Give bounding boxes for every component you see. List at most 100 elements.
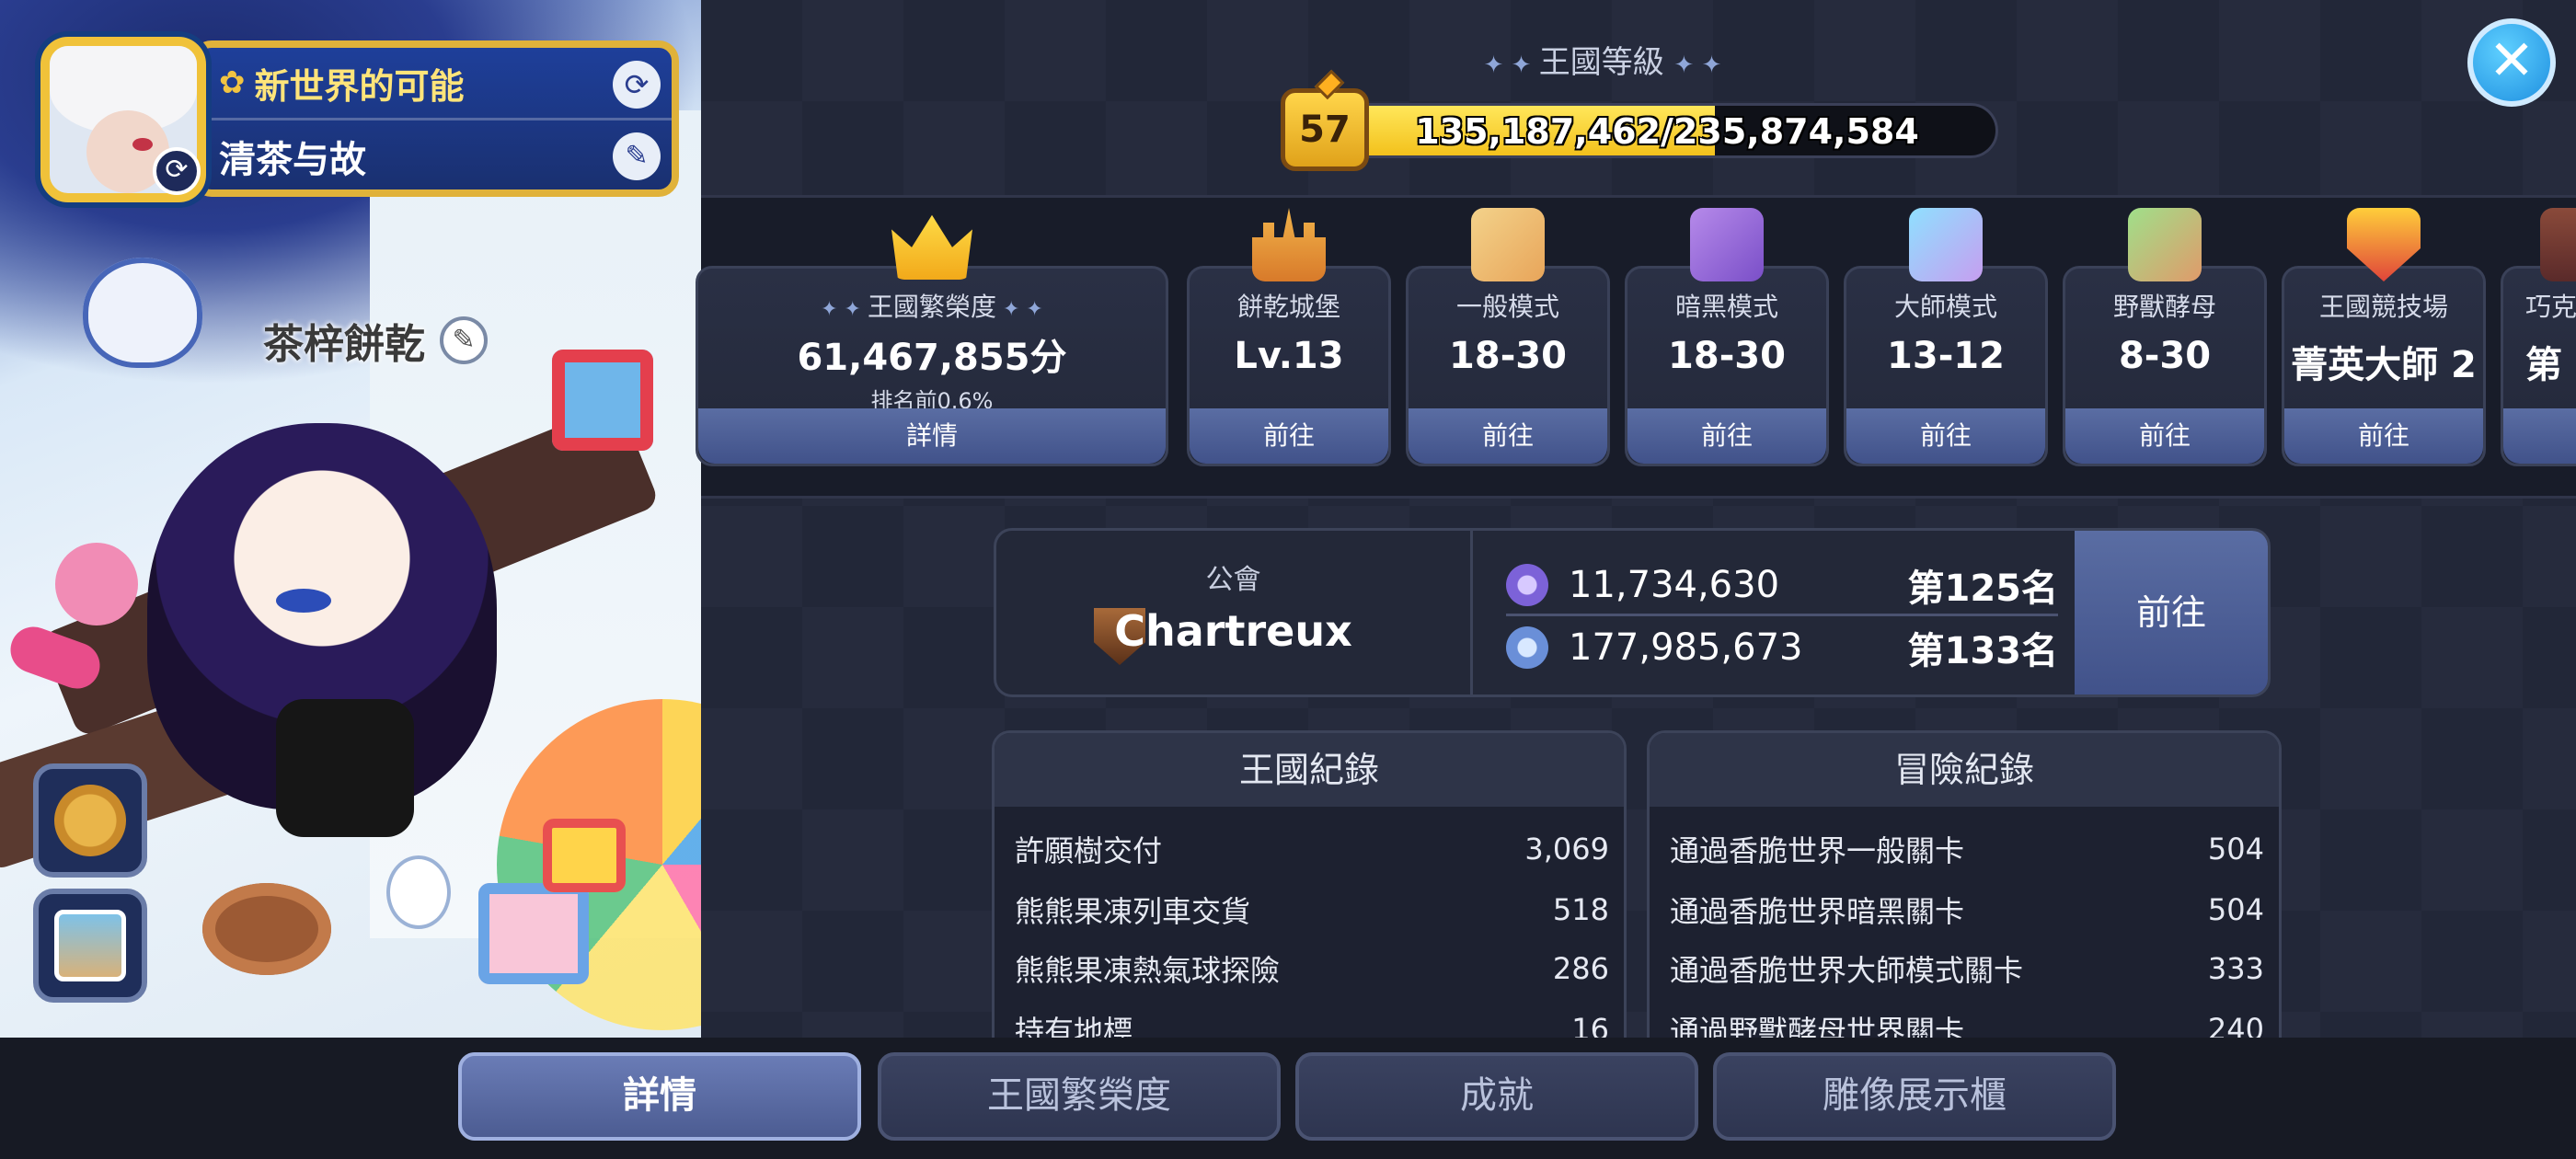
profile-name-panel: ✿ 新世界的可能 ⟳ 清茶与故 ✎ xyxy=(191,40,679,197)
mode-go-button[interactable]: 前往 xyxy=(1409,408,1607,464)
tab-details[interactable]: 詳情 xyxy=(458,1052,861,1141)
record-row: 熊熊果凍列車交貨 518 xyxy=(1015,880,1609,939)
mode-card-castle: 餅乾城堡 Lv.13 前往 xyxy=(1187,208,1391,466)
mode-go-button[interactable]: 前往 xyxy=(1190,408,1388,464)
mode-value: 8-30 xyxy=(2118,335,2212,377)
partial-mode-icon xyxy=(2540,208,2576,281)
guild-go-button[interactable]: 前往 xyxy=(2075,531,2268,694)
character-eye xyxy=(276,589,331,613)
mode-go-button[interactable] xyxy=(2503,408,2576,464)
guild-scores: 11,734,630 第125名 177,985,673 第133名 xyxy=(1473,531,2089,694)
crown-icon xyxy=(891,214,972,280)
record-value: 3,069 xyxy=(1524,832,1609,866)
mode-card-arena: 王國競技場 菁英大師 2 前往 xyxy=(2282,208,2486,466)
guild-info: 公會 Chartreux xyxy=(996,531,1473,694)
record-row: 許願樹交付 3,069 xyxy=(1015,820,1609,878)
player-title: 新世界的可能 xyxy=(254,65,465,107)
close-button[interactable]: ✕ xyxy=(2467,18,2556,107)
kingdom-name-label: 茶梓餅乾 ✎ xyxy=(263,311,488,370)
kingdom-records-title: 王國紀錄 xyxy=(995,733,1624,807)
mode-value: 第 xyxy=(2525,344,2562,386)
tree-stump-decoration xyxy=(202,883,331,975)
mode-go-button[interactable]: 前往 xyxy=(1627,408,1826,464)
prosperity-detail-button[interactable]: 詳情 xyxy=(698,408,1166,464)
guild-shield-icon xyxy=(1506,626,1548,669)
guild-score-rank: 第133名 xyxy=(1907,630,2059,672)
kingdom-level-badge: 57 xyxy=(1281,69,1369,171)
change-avatar-button[interactable]: ⟳ xyxy=(153,147,201,195)
tab-prosperity[interactable]: 王國繁榮度 xyxy=(878,1052,1281,1141)
kingdom-art-panel: ✿ 新世界的可能 ⟳ 清茶与故 ✎ ⟳ 茶梓餅乾 ✎ xyxy=(0,0,701,1038)
guild-score-value: 11,734,630 xyxy=(1569,564,1780,606)
record-label: 熊熊果凍列車交貨 xyxy=(1015,894,1251,929)
mode-label: 巧克 xyxy=(2525,292,2576,322)
divider xyxy=(212,118,672,120)
mode-card-partial: 巧克 第 xyxy=(2501,208,2576,466)
photo-frame-button[interactable] xyxy=(33,889,147,1003)
mode-go-button[interactable]: 前往 xyxy=(2065,408,2264,464)
tab-statue-showcase[interactable]: 雕像展示櫃 xyxy=(1713,1052,2116,1141)
mode-card-normal: 一般模式 18-30 前往 xyxy=(1406,208,1610,466)
sparkle-icon: ✦ ✦ xyxy=(1673,52,1722,79)
master-map-icon xyxy=(1909,208,1983,281)
character-dress xyxy=(276,699,414,837)
player-nickname: 清茶与故 xyxy=(219,139,366,181)
prosperity-label-text: 王國繁榮度 xyxy=(867,292,996,322)
mode-label: 王國競技場 xyxy=(2318,292,2448,322)
crown-gem-icon xyxy=(1314,69,1345,100)
mode-go-button[interactable]: 前往 xyxy=(2284,408,2483,464)
mode-card-beast: 野獸酵母 8-30 前往 xyxy=(2063,208,2267,466)
record-row: 通過香脆世界一般關卡 504 xyxy=(1670,820,2264,878)
mode-value: 18-30 xyxy=(1449,335,1567,377)
cookie-select-button[interactable] xyxy=(33,763,147,878)
kingdom-name: 茶梓餅乾 xyxy=(263,321,425,368)
record-value: 504 xyxy=(2207,892,2264,927)
profile-detail-panel: ✕ ✦ ✦ 王國等級 ✦ ✦ 135,187,462/235,874,584 5… xyxy=(696,0,2576,1098)
kingdom-level-progress-bar: 135,187,462/235,874,584 xyxy=(1336,103,1998,158)
prosperity-score: 61,467,855分 xyxy=(797,337,1067,379)
tab-achievements[interactable]: 成就 xyxy=(1295,1052,1698,1141)
record-label: 熊熊果凍熱氣球探險 xyxy=(1015,953,1281,988)
nickname-row: 清茶与故 ✎ xyxy=(219,127,661,186)
guild-score-value: 177,985,673 xyxy=(1569,626,1803,669)
record-value: 333 xyxy=(2207,951,2264,986)
bottom-tab-bar: 詳情 王國繁榮度 成就 雕像展示櫃 xyxy=(0,1038,2576,1159)
avatar-eye xyxy=(132,138,153,151)
record-label: 通過香脆世界暗黑關卡 xyxy=(1670,894,1965,929)
mode-label: 大師模式 xyxy=(1893,292,1997,322)
guild-name: Chartreux xyxy=(1114,606,1352,656)
record-label: 許願樹交付 xyxy=(1015,833,1163,868)
record-value: 286 xyxy=(1552,951,1609,986)
stats-strip: ✦ ✦ 王國繁榮度 ✦ ✦ 61,467,855分 排名前0.6% 詳情 餅乾城… xyxy=(696,195,2576,499)
guild-score-rank: 第125名 xyxy=(1907,568,2059,610)
gift-box-decoration xyxy=(543,819,626,892)
mode-value: 18-30 xyxy=(1668,335,1786,377)
record-row: 通過香脆世界暗黑關卡 504 xyxy=(1670,880,2264,939)
kingdom-level-number: 57 xyxy=(1299,109,1351,151)
profile-card: ✿ 新世界的可能 ⟳ 清茶与故 ✎ ⟳ xyxy=(7,9,679,202)
cupcake-decoration xyxy=(55,543,138,625)
mode-label: 野獸酵母 xyxy=(2112,292,2216,322)
record-value: 518 xyxy=(1552,892,1609,927)
mode-go-button[interactable]: 前往 xyxy=(1846,408,2045,464)
edit-nickname-button[interactable]: ✎ xyxy=(613,132,661,180)
dark-map-icon xyxy=(1690,208,1764,281)
gift-box-decoration xyxy=(552,350,653,451)
cat-cookie-pet xyxy=(83,258,202,368)
guild-label: 公會 xyxy=(1205,564,1261,596)
title-row: ✿ 新世界的可能 ⟳ xyxy=(219,53,661,112)
sparkle-icon: ✦ ✦ xyxy=(996,298,1043,321)
change-title-button[interactable]: ⟳ xyxy=(613,61,661,109)
record-label: 通過香脆世界一般關卡 xyxy=(1670,833,1965,868)
mode-label: 暗黑模式 xyxy=(1674,292,1778,322)
edit-kingdom-name-button[interactable]: ✎ xyxy=(440,316,488,364)
snowman-decoration xyxy=(386,855,451,929)
mode-value: Lv.13 xyxy=(1234,335,1344,377)
level-progress-text: 135,187,462/235,874,584 xyxy=(1415,111,1919,152)
gingerbread-photo-icon xyxy=(54,910,126,981)
mode-card-dark: 暗黑模式 18-30 前往 xyxy=(1625,208,1829,466)
record-row: 熊熊果凍熱氣球探險 286 xyxy=(1015,939,1609,998)
world-map-icon xyxy=(1471,208,1545,281)
adventure-records-title: 冒險紀錄 xyxy=(1650,733,2279,807)
title-badge-icon: ✿ xyxy=(219,64,246,101)
